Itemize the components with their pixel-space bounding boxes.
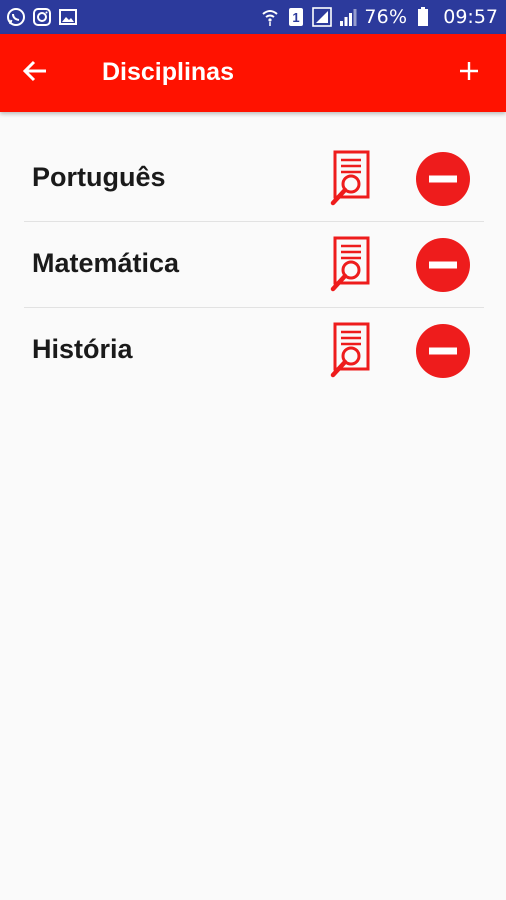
app-bar: Disciplinas	[0, 34, 506, 112]
signal-box-icon	[312, 7, 333, 27]
subject-name: História	[32, 334, 133, 364]
list-item[interactable]: História	[24, 308, 484, 393]
view-subject-button[interactable]	[326, 236, 378, 294]
minus-circle-icon	[415, 238, 471, 297]
page-title: Disciplinas	[102, 58, 234, 86]
remove-subject-button[interactable]	[415, 323, 471, 379]
document-search-icon	[326, 236, 378, 298]
sim-icon: 1	[286, 7, 306, 27]
signal-icon	[338, 7, 358, 27]
list-item[interactable]: Matemática	[24, 222, 484, 308]
add-subject-button[interactable]	[454, 58, 484, 88]
remove-subject-button[interactable]	[415, 151, 471, 207]
subject-name: Português	[32, 162, 166, 192]
notification-icons	[6, 7, 78, 27]
remove-subject-button[interactable]	[415, 237, 471, 293]
status-bar: 1 76% 09:57	[0, 0, 506, 34]
view-subject-button[interactable]	[326, 150, 378, 208]
system-icons: 1 76% 09:57	[260, 6, 498, 28]
battery-icon	[413, 7, 433, 27]
minus-circle-icon	[415, 152, 471, 211]
arrow-back-icon	[22, 59, 48, 88]
clock: 09:57	[443, 6, 498, 28]
plus-icon	[459, 61, 479, 86]
subject-name: Matemática	[32, 248, 180, 278]
document-search-icon	[326, 322, 378, 384]
back-button[interactable]	[18, 56, 52, 90]
instagram-icon	[32, 7, 52, 27]
sim-slot-number: 1	[293, 10, 300, 25]
view-subject-button[interactable]	[326, 322, 378, 380]
document-search-icon	[326, 150, 378, 212]
gallery-icon	[58, 7, 78, 27]
whatsapp-icon	[6, 7, 26, 27]
battery-percent: 76%	[364, 6, 408, 28]
minus-circle-icon	[415, 324, 471, 383]
wifi-icon	[260, 7, 280, 27]
list-item[interactable]: Português	[24, 136, 484, 222]
subject-list: Português Matemática História	[24, 136, 484, 393]
